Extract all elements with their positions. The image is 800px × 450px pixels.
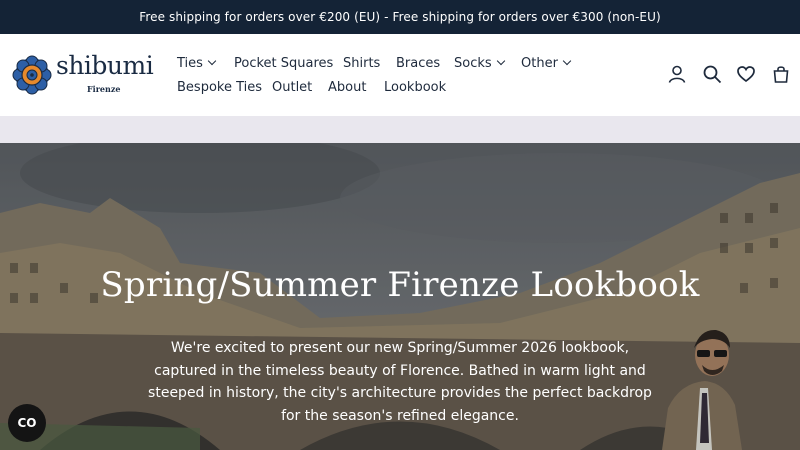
nav-other-label: Other: [521, 56, 558, 71]
cart-icon[interactable]: [771, 64, 791, 84]
nav-socks[interactable]: Socks: [454, 56, 505, 71]
site-header: shibumi Firenze Ties Pocket Squares Shir…: [0, 34, 800, 116]
chevron-down-icon: [562, 56, 572, 66]
hero-description: We're excited to present our new Spring/…: [148, 340, 652, 424]
nav-about[interactable]: About: [328, 80, 366, 95]
flower-logo-icon: [12, 55, 52, 95]
accessibility-icon: CO: [17, 416, 37, 430]
nav-lookbook[interactable]: Lookbook: [384, 80, 446, 95]
chevron-down-icon: [496, 56, 505, 66]
nav-ties[interactable]: Ties: [177, 56, 217, 71]
nav-ties-label: Ties: [177, 56, 203, 71]
logo[interactable]: shibumi Firenze: [12, 51, 154, 98]
search-icon[interactable]: [702, 64, 722, 84]
brand-subtitle: Firenze: [87, 84, 121, 94]
announcement-bar: Free shipping for orders over €200 (EU) …: [0, 0, 800, 34]
brand-name: shibumi: [56, 51, 154, 80]
hero-banner: Spring/Summer Firenze Lookbook We're exc…: [0, 143, 800, 450]
hero-title: Spring/Summer Firenze Lookbook: [100, 265, 700, 305]
nav-shirts[interactable]: Shirts: [343, 56, 380, 71]
nav-bespoke-ties[interactable]: Bespoke Ties: [177, 80, 262, 95]
account-icon[interactable]: [667, 64, 687, 84]
nav-braces[interactable]: Braces: [396, 56, 440, 71]
chevron-down-icon: [207, 56, 217, 66]
heart-icon[interactable]: [736, 64, 756, 84]
nav-pocket-squares[interactable]: Pocket Squares: [234, 56, 333, 71]
nav-other[interactable]: Other: [521, 56, 572, 71]
header-divider-strip: [0, 116, 800, 143]
nav-socks-label: Socks: [454, 56, 492, 71]
accessibility-button[interactable]: CO: [8, 404, 46, 442]
nav-outlet[interactable]: Outlet: [272, 80, 312, 95]
announcement-text: Free shipping for orders over €200 (EU) …: [139, 10, 661, 24]
